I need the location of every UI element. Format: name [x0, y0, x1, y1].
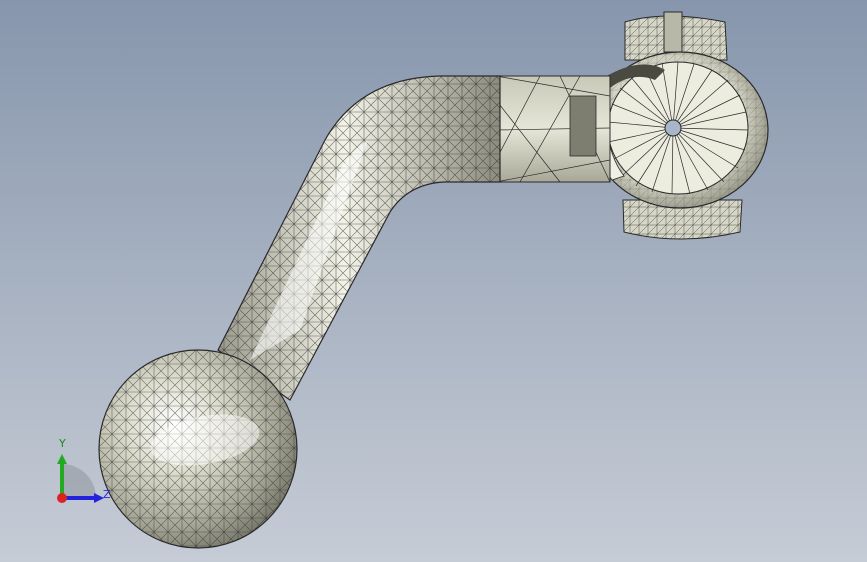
- origin-dot: [57, 493, 67, 503]
- bent-arm: [217, 75, 501, 401]
- y-axis-label: Y: [59, 437, 66, 450]
- triad-arc: [62, 464, 96, 498]
- sleeve-tube: [495, 75, 611, 183]
- hub-disc: [591, 51, 769, 209]
- axis-triad: Y Z: [48, 438, 118, 510]
- ball-knob: [98, 349, 298, 549]
- z-axis-label: Z: [103, 488, 111, 501]
- graphics-viewport[interactable]: Y Z: [0, 0, 867, 562]
- model-render[interactable]: [0, 0, 867, 562]
